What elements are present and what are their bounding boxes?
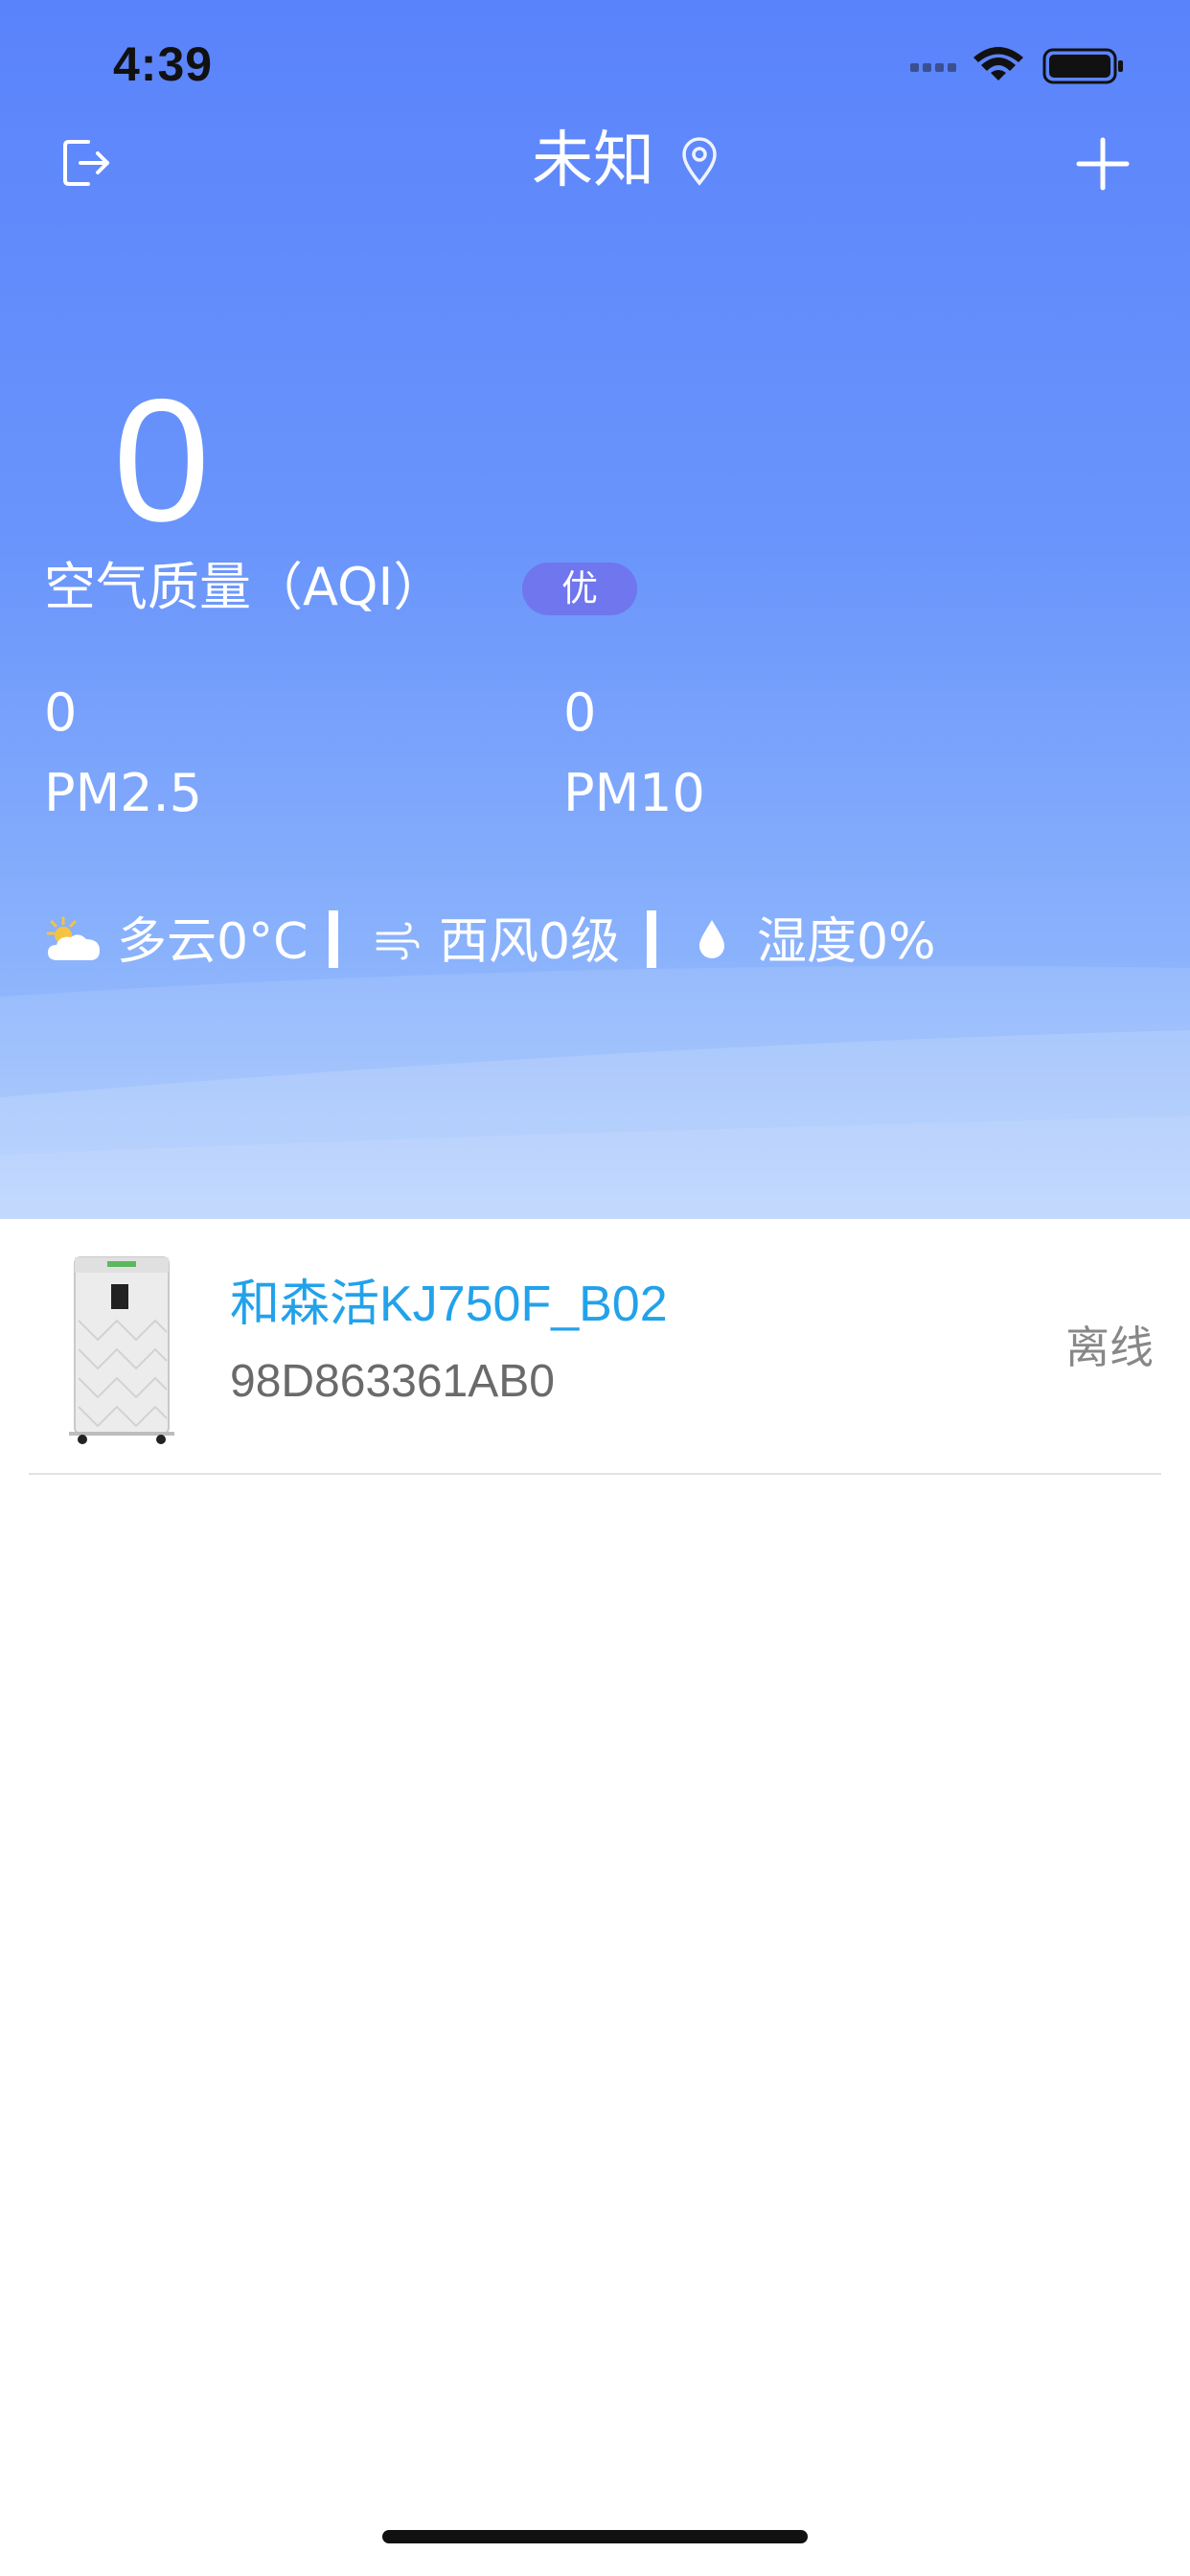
partly-cloudy-icon	[46, 916, 100, 960]
humidity-info: 湿度0%	[757, 913, 936, 971]
pm25-value: 0	[44, 682, 78, 743]
status-icons	[910, 47, 1123, 84]
weather-divider	[647, 910, 656, 968]
device-status: 离线	[1065, 1322, 1154, 1373]
signal-icon	[910, 63, 956, 72]
pm10-value: 0	[563, 682, 597, 743]
wind-info: 西风0级	[439, 913, 621, 971]
wind-icon	[376, 922, 420, 960]
list-divider	[29, 1473, 1161, 1475]
aqi-label: 空气质量（AQI）	[44, 557, 446, 617]
air-purifier-image	[69, 1256, 174, 1444]
exit-icon[interactable]	[59, 136, 113, 190]
battery-icon	[1042, 48, 1123, 84]
home-indicator[interactable]	[382, 2530, 808, 2543]
pm25-label: PM2.5	[44, 763, 203, 823]
device-name[interactable]: 和森活KJ750F_B02	[230, 1271, 668, 1338]
weather-condition: 多云0°C	[117, 913, 309, 971]
device-id: 98D863361AB0	[230, 1356, 555, 1407]
plus-icon[interactable]	[1075, 136, 1131, 192]
header-panel: 4:39 未知 0 空气质量（AQI） 优 0 PM2.5 0 PM10 多云0…	[0, 0, 1190, 1219]
water-drop-icon	[699, 920, 724, 958]
location-pin-icon	[682, 137, 717, 186]
aqi-value: 0	[113, 362, 211, 558]
location-title[interactable]: 未知	[532, 123, 654, 199]
status-time: 4:39	[113, 37, 214, 91]
device-list-item[interactable]: 和森活KJ750F_B02 98D863361AB0 离线	[0, 1219, 1190, 1476]
aqi-level-badge: 优	[522, 563, 637, 615]
weather-divider	[329, 910, 338, 968]
wifi-icon	[973, 47, 1023, 80]
pm10-label: PM10	[563, 763, 705, 823]
